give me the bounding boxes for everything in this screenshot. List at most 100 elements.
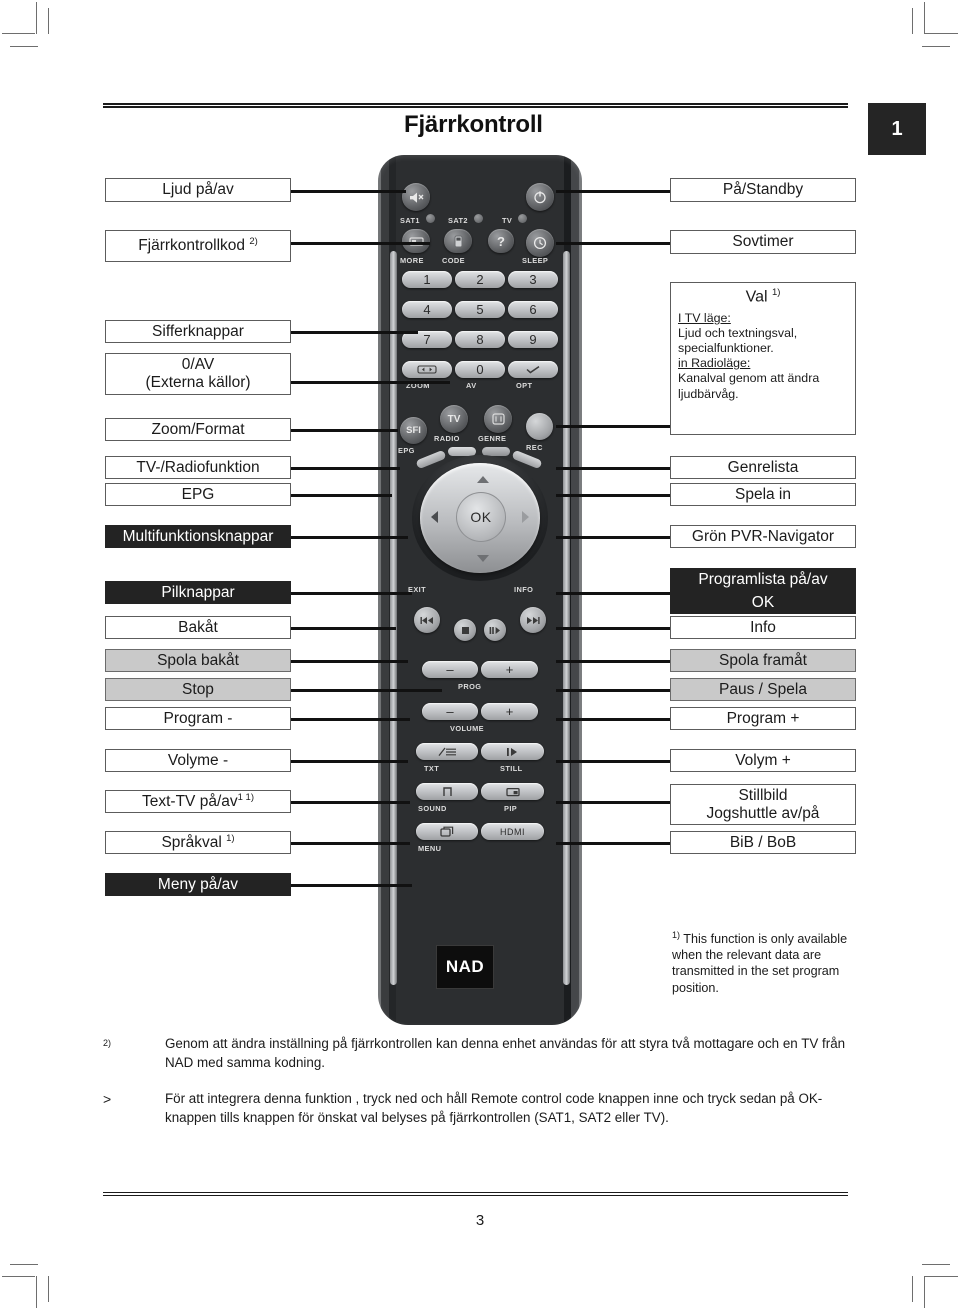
remote-control-illustration: SAT1 SAT2 TV ? MORE CODE SLEEP 1 2 3 4 5… xyxy=(378,155,582,1025)
remote-prog-rocker: – + xyxy=(422,661,538,678)
page-title: Fjärrkontroll xyxy=(404,111,543,138)
crop-mark-bl-v2 xyxy=(48,1276,49,1302)
leader-line xyxy=(556,494,670,497)
callout-label: Grön PVR-Navigator xyxy=(691,527,835,545)
remote-label-rec: REC xyxy=(526,443,543,452)
leader-line xyxy=(556,660,670,663)
callout-label: Stop xyxy=(182,680,214,698)
remote-label-still: STILL xyxy=(500,764,523,773)
callout-label: BiB / BoB xyxy=(729,833,797,851)
callout-label: OK xyxy=(751,593,775,611)
remote-label-pip: PIP xyxy=(504,804,518,813)
callout-multifunktionsknappar: Multifunktionsknappar xyxy=(105,525,291,548)
remote-genre-button xyxy=(484,405,512,433)
leader-line xyxy=(290,592,412,595)
callout-program-plus: Program + xyxy=(670,707,856,730)
callout-ljud-pa-av: Ljud på/av xyxy=(105,178,291,202)
remote-rewind-button xyxy=(414,607,440,633)
leader-line xyxy=(290,429,398,432)
callout-label: Sifferknappar xyxy=(152,322,244,340)
remote-mute-button xyxy=(402,183,430,211)
remote-pip-button xyxy=(481,783,544,800)
leader-line xyxy=(290,689,442,692)
callout-fjarrkontrollkod: Fjärrkontrollkod 2) xyxy=(105,230,291,262)
crop-mark-tr-v xyxy=(924,2,925,34)
leader-line xyxy=(290,842,410,845)
leader-line xyxy=(556,842,670,845)
callout-label: Volyme - xyxy=(167,751,229,769)
crop-mark-tl-h xyxy=(2,33,35,34)
callout-info: Info xyxy=(670,616,856,639)
leader-line xyxy=(556,801,670,804)
footnote-1-text: This function is only available when the… xyxy=(672,932,848,995)
crop-mark-tl-v xyxy=(36,2,37,34)
callout-volym-plus: Volym + xyxy=(670,749,856,772)
callout-label: 0/AV xyxy=(181,356,215,374)
remote-led-sat2 xyxy=(474,214,483,223)
remote-label-opt: OPT xyxy=(516,381,533,390)
callout-ok: OK xyxy=(670,591,856,614)
remote-label-info: INFO xyxy=(514,585,534,594)
leader-line xyxy=(290,242,430,245)
leader-line xyxy=(290,331,418,334)
callout-label: Fjärrkontrollkod 2) xyxy=(138,236,258,255)
callout-pa-standby: På/Standby xyxy=(670,178,856,202)
crop-mark-bl-v xyxy=(36,1276,37,1308)
callout-label: Info xyxy=(750,618,776,636)
leader-line xyxy=(290,536,408,539)
note-2-text: Genom att ändra inställning på fjärrkont… xyxy=(165,1036,846,1070)
remote-power-button xyxy=(526,183,554,211)
crop-mark-br-h xyxy=(925,1276,958,1277)
callout-label: Spola bakåt xyxy=(157,651,239,669)
val-body: I TV läge: Ljud och textningsval, specia… xyxy=(678,311,819,402)
callout-label: Programlista på/av xyxy=(698,570,828,588)
leader-line xyxy=(290,760,408,763)
callout-label: Språkval 1) xyxy=(161,832,235,852)
callout-bakat: Bakåt xyxy=(105,616,291,639)
remote-volume-minus-button: – xyxy=(422,703,478,720)
remote-navigation-ring: OK xyxy=(412,455,548,581)
remote-sleep-button xyxy=(526,229,554,257)
callout-label: Bakåt xyxy=(178,618,218,636)
leader-line xyxy=(290,627,396,630)
leader-line xyxy=(290,660,408,663)
remote-face: SAT1 SAT2 TV ? MORE CODE SLEEP 1 2 3 4 5… xyxy=(396,155,564,1025)
remote-sfi-epg-button: SFI xyxy=(400,417,427,444)
remote-arrow-up-icon xyxy=(477,476,489,483)
val-sub-radio: in Radioläge: xyxy=(678,356,751,371)
crop-mark-tr-v2 xyxy=(912,8,913,34)
remote-digit-row-2: 4 5 6 xyxy=(402,301,558,318)
footnote-1-marker: 1) xyxy=(672,930,681,940)
crop-mark-br-h2 xyxy=(922,1264,950,1265)
callout-gron-pvr-navigator: Grön PVR-Navigator xyxy=(670,525,856,548)
callout-label: Pilknappar xyxy=(161,583,235,601)
leader-line xyxy=(556,627,670,630)
remote-ok-button: OK xyxy=(456,492,506,542)
callout-sovtimer: Sovtimer xyxy=(670,230,856,254)
footnote-1: 1) This function is only available when … xyxy=(672,930,862,996)
remote-menu-hdmi-row: HDMI xyxy=(416,823,544,840)
callout-label: EPG xyxy=(181,485,215,503)
crop-mark-bl-h xyxy=(2,1276,35,1277)
remote-digit-row-3: 7 8 9 xyxy=(402,331,558,348)
callout-volyme-minus: Volyme - xyxy=(105,749,291,772)
crop-mark-br-v2 xyxy=(912,1276,913,1302)
remote-dpad: OK xyxy=(420,463,540,573)
remote-key-2: 2 xyxy=(455,271,505,288)
callout-label: På/Standby xyxy=(722,181,804,199)
remote-label-sleep: SLEEP xyxy=(522,256,549,265)
remote-label-more: MORE xyxy=(400,256,424,265)
callout-label: TV-/Radiofunktion xyxy=(136,458,260,476)
callout-genrelista: Genrelista xyxy=(670,456,856,479)
val-body-tv-1: Ljud och textningsval, xyxy=(678,326,798,340)
leader-line xyxy=(556,425,670,428)
remote-prog-plus-button: + xyxy=(481,661,538,678)
remote-brand-logo: NAD xyxy=(436,945,494,989)
remote-key-3: 3 xyxy=(508,271,558,288)
callout-label: Text-TV på/av1 1) xyxy=(142,791,254,811)
note-2-marker: 2) xyxy=(103,1038,112,1048)
remote-key-1: 1 xyxy=(402,271,452,288)
remote-volume-plus-button: + xyxy=(481,703,538,720)
remote-label-menu: MENU xyxy=(418,844,442,853)
callout-label: Spola framåt xyxy=(719,651,807,669)
